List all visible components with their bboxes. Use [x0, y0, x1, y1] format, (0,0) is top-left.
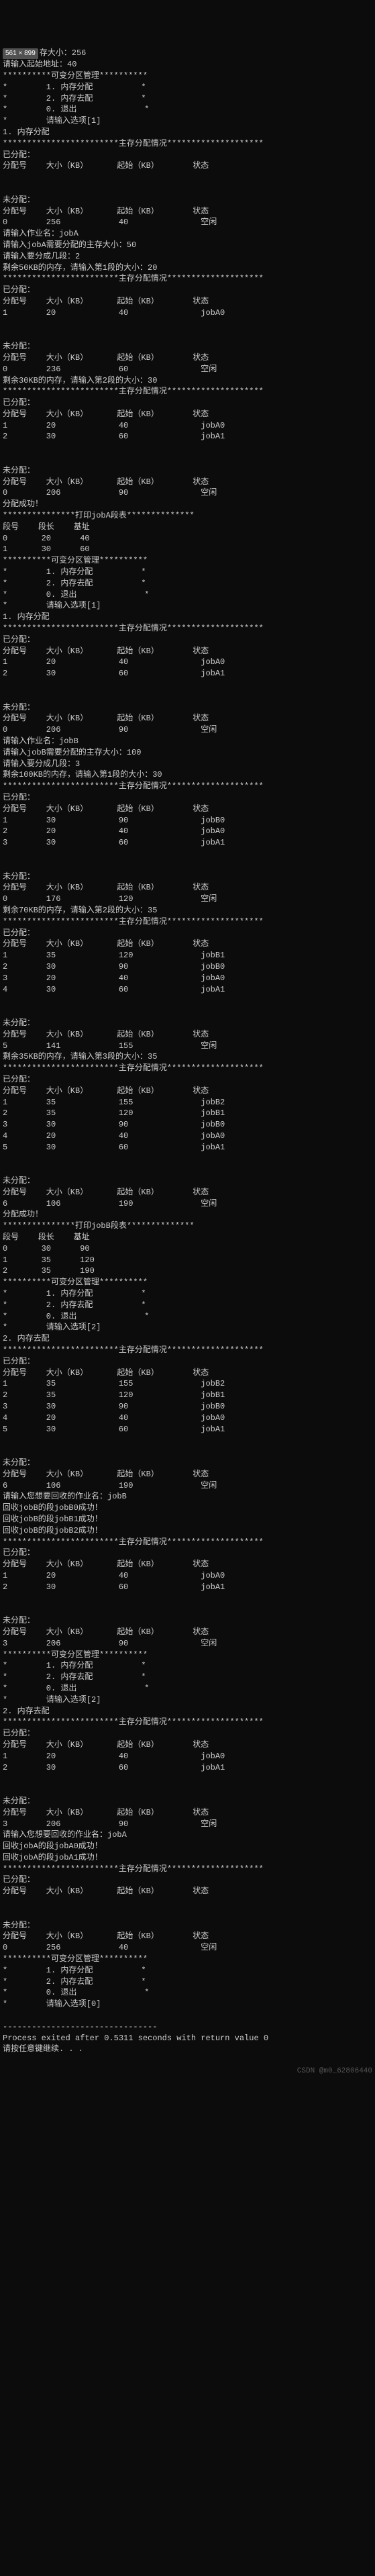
dimension-badge: 561 × 899 — [3, 48, 38, 59]
watermark: CSDN @m0_62806440 — [3, 2066, 375, 2077]
console-output: 561 × 899存大小：256 请输入起始地址：40 **********可变… — [3, 48, 375, 2055]
